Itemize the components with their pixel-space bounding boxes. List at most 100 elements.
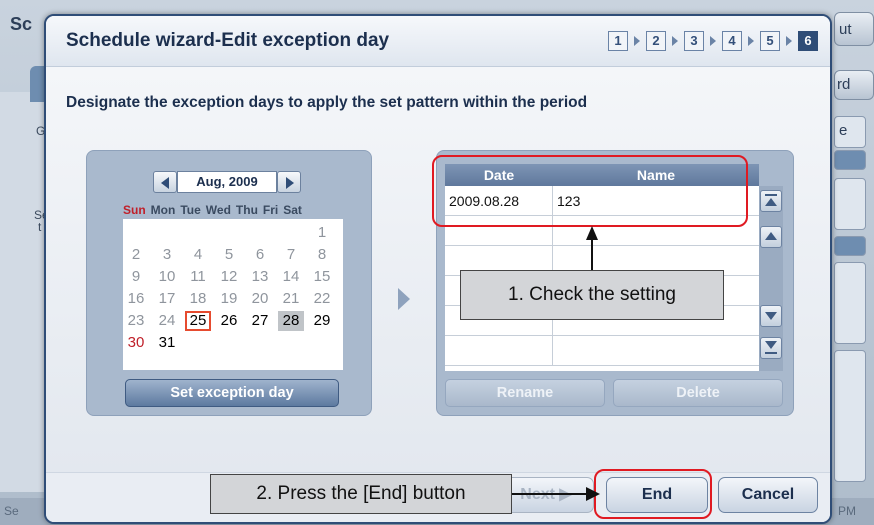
background-strip [834,236,866,256]
calendar-day[interactable]: 6 [247,245,273,265]
table-row[interactable] [445,336,759,366]
rename-button[interactable]: Rename [445,379,605,407]
calendar-day[interactable]: 29 [309,311,335,331]
set-exception-day-button[interactable]: Set exception day [125,379,339,407]
scroll-down-button[interactable] [760,305,782,327]
highlight-end-button [594,469,712,519]
arrow-down-icon [765,341,777,349]
weekday-label: Wed [205,203,231,217]
calendar-day[interactable]: 16 [123,289,149,309]
calendar-day[interactable]: 23 [123,311,149,331]
arrow-down-icon [765,312,777,320]
callout-arrow-line [591,238,593,270]
dialog-instructions: Designate the exception days to apply th… [66,94,588,111]
arrow-up-icon [586,226,598,240]
calendar-weekday-header: Sun Mon Tue Wed Thu Fri Sat [123,203,307,217]
prev-month-button[interactable] [153,171,177,193]
calendar-day[interactable]: 18 [185,289,211,309]
calendar-day[interactable]: 11 [185,267,211,287]
calendar-day[interactable]: 15 [309,267,335,287]
background-strip [834,262,866,344]
arrow-right-icon [586,487,600,501]
schedule-wizard-dialog: Schedule wizard-Edit exception day 1 2 3… [44,14,832,524]
calendar-month-label: Aug, 2009 [177,171,277,193]
calendar-day[interactable]: 26 [216,311,242,331]
step-5: 5 [760,31,780,51]
calendar-grid: 1 2 3 4 5 6 7 8 9 10 11 12 13 14 15 16 17 18 19 20 21 22 23 24 2… [123,219,343,370]
background-button-2[interactable]: rd [834,70,874,100]
background-footer-left: Se [4,504,19,518]
calendar-day[interactable]: 12 [216,267,242,287]
callout-arrow-line [512,493,590,495]
background-strip [834,150,866,170]
dialog-header: Schedule wizard-Edit exception day 1 2 3… [46,16,830,67]
calendar-day[interactable]: 5 [216,245,242,265]
table-scrollbar [759,186,783,371]
background-button[interactable]: ut [834,12,874,46]
calendar-day[interactable]: 19 [216,289,242,309]
cell-date [445,336,553,365]
step-arrow-icon [672,36,678,46]
arrow-right-icon [286,177,294,189]
step-2: 2 [646,31,666,51]
background-control: e [834,116,866,148]
arrow-up-icon [765,232,777,240]
weekday-label: Tue [180,203,201,217]
highlight-table-row [432,155,748,227]
step-1: 1 [608,31,628,51]
calendar-day[interactable]: 4 [185,245,211,265]
arrow-up-icon [765,198,777,206]
step-arrow-icon [748,36,754,46]
calendar-day[interactable]: 21 [278,289,304,309]
scroll-up-button[interactable] [760,226,782,248]
weekday-label: Sun [123,203,146,217]
scroll-top-icon [765,194,777,196]
transfer-arrow-icon [398,288,410,310]
calendar-day[interactable]: 24 [154,311,180,331]
background-strip [834,178,866,230]
background-left-pane [0,92,48,492]
calendar-day[interactable]: 22 [309,289,335,309]
calendar-day[interactable]: 25 [185,311,211,331]
calendar-day[interactable]: 27 [247,311,273,331]
weekday-label: Fri [262,203,279,217]
next-button[interactable]: Next ▶ [498,477,594,513]
step-arrow-icon [786,36,792,46]
callout-check-setting: 1. Check the setting [460,270,724,320]
calendar-day[interactable]: 28 [278,311,304,331]
background-letter: e [839,122,848,139]
weekday-label: Sat [283,203,302,217]
dialog-title: Schedule wizard-Edit exception day [66,30,390,51]
scroll-bottom-button[interactable] [760,337,782,359]
arrow-left-icon [161,177,169,189]
calendar-day[interactable]: 2 [123,245,149,265]
calendar-day[interactable]: 10 [154,267,180,287]
step-6-active: 6 [798,31,818,51]
next-month-button[interactable] [277,171,301,193]
background-strip [834,350,866,482]
delete-button[interactable]: Delete [613,379,783,407]
scroll-top-button[interactable] [760,190,782,212]
background-title: Sc [10,14,33,34]
calendar-day[interactable]: 13 [247,267,273,287]
step-3: 3 [684,31,704,51]
cancel-button[interactable]: Cancel [718,477,818,513]
calendar-day[interactable]: 8 [309,245,335,265]
calendar-panel: Aug, 2009 Sun Mon Tue Wed Thu Fri Sat 12345678… [86,150,372,416]
calendar-day[interactable]: 30 [123,333,149,353]
calendar-day[interactable]: 20 [247,289,273,309]
calendar-day[interactable]: 14 [278,267,304,287]
step-arrow-icon [634,36,640,46]
calendar-day[interactable]: 7 [278,245,304,265]
background-label: t [38,220,42,234]
weekday-label: Mon [150,203,176,217]
calendar-day[interactable]: 9 [123,267,149,287]
callout-press-end: 2. Press the [End] button [210,474,512,514]
calendar-day[interactable]: 1 [309,223,335,243]
wizard-steps: 1 2 3 4 5 6 [608,31,818,51]
scroll-bottom-icon [765,352,777,354]
step-4: 4 [722,31,742,51]
calendar-day[interactable]: 17 [154,289,180,309]
calendar-day[interactable]: 31 [154,333,180,353]
calendar-day[interactable]: 3 [154,245,180,265]
